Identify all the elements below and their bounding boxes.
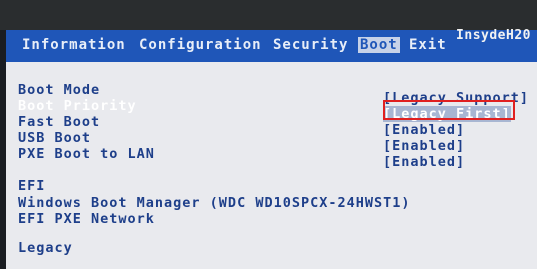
- firmware-brand: InsydeH20: [456, 28, 531, 43]
- tab-configuration[interactable]: Configuration: [139, 37, 262, 53]
- usb-boot-label[interactable]: USB Boot: [18, 130, 91, 146]
- fast-boot-label[interactable]: Fast Boot: [18, 114, 100, 130]
- fast-boot-value[interactable]: [Enabled]: [383, 122, 465, 138]
- boot-mode-label[interactable]: Boot Mode: [18, 82, 100, 98]
- usb-boot-value[interactable]: [Enabled]: [383, 138, 465, 154]
- pxe-boot-to-lan-value[interactable]: [Enabled]: [383, 154, 465, 170]
- tab-boot[interactable]: Boot: [358, 37, 400, 53]
- annotation-highlight-box: [383, 100, 515, 120]
- efi-entry-pxe-network[interactable]: EFI PXE Network: [18, 211, 155, 227]
- monitor-bezel: [0, 0, 537, 30]
- boot-priority-label[interactable]: Boot Priority: [18, 98, 137, 114]
- tab-information[interactable]: Information: [22, 37, 126, 53]
- efi-section-heading: EFI: [18, 178, 46, 194]
- pxe-boot-to-lan-label[interactable]: PXE Boot to LAN: [18, 146, 155, 162]
- boot-settings-panel: Boot Mode Boot Priority Fast Boot USB Bo…: [6, 62, 537, 269]
- tab-security[interactable]: Security: [273, 37, 348, 53]
- legacy-section-heading: Legacy: [18, 240, 73, 256]
- bios-menu-bar: InsydeH20 Information Configuration Secu…: [6, 28, 537, 62]
- efi-entry-windows-boot-manager[interactable]: Windows Boot Manager (WDC WD10SPCX-24HWS…: [18, 195, 411, 211]
- tab-exit[interactable]: Exit: [409, 37, 447, 53]
